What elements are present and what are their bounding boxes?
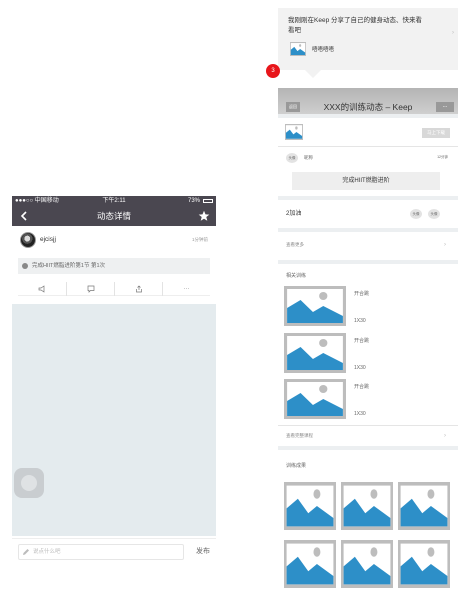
page-title: 动态详情 [96,211,131,221]
result-image[interactable] [398,540,450,588]
check-icon [22,263,28,269]
divider [278,196,458,200]
comment-button[interactable] [66,282,114,296]
post-time: 12分钟 [437,155,448,159]
workout-completed-card[interactable]: 完成HIIT燃脂进阶 [292,172,440,190]
chevron-right-icon: › [444,242,446,248]
share-icon [135,285,142,293]
course-item[interactable]: 开合跳 1X30 [284,333,454,373]
comment-icon [87,285,94,293]
clock-label: 下午2:11 [102,198,126,204]
comment-placeholder: 说点什么吧 [33,549,61,555]
like-button[interactable] [18,282,66,296]
image-placeholder-icon [284,286,346,326]
nav-bar: 动态详情 [12,206,216,226]
full-course-label: 查看完整课程 [286,433,313,438]
avatar[interactable]: 头像 [286,153,298,163]
full-course-link[interactable]: 查看完整课程 › [278,427,458,445]
header-more-button[interactable]: ... [436,102,454,112]
workout-record[interactable]: 完成HIIT燃脂进阶第1节 第1次 [18,258,210,274]
battery-icon [203,199,213,203]
post-content-area [12,304,216,536]
result-image[interactable] [398,482,450,530]
divider [278,446,458,450]
image-placeholder-icon [284,379,346,419]
send-button[interactable]: 发布 [196,546,210,556]
result-image[interactable] [341,482,393,530]
results-grid [278,482,458,594]
share-subtitle: 唔唔唔唔 [312,47,335,53]
result-image[interactable] [284,482,336,530]
divider [278,260,458,264]
image-placeholder-icon [290,42,306,56]
post-author-row: ejcisjj 1分钟前 [12,226,216,252]
liker-avatar[interactable]: 头像 [428,209,440,219]
workout-label: 完成HIIT燃脂进阶第1节 第1次 [32,263,106,269]
more-button[interactable]: ··· [162,282,210,296]
likes-row: 2加油 头像 头像 [278,204,458,224]
share-page-title: XXX的训练动态 – Keep [323,102,413,112]
page-header: 返回 XXX的训练动态 – Keep ... [278,88,458,114]
course-name: 开合跳 [354,338,370,344]
avatar[interactable] [20,232,36,248]
see-more-link[interactable]: 查看更多 › [278,236,458,254]
status-bar: ●●●○○ 中国移动 下午2:11 73% [12,196,216,206]
result-image[interactable] [341,540,393,588]
likes-count: 2加油 [286,211,302,217]
results-title: 训练成果 [286,463,307,469]
floating-button[interactable] [14,468,44,498]
divider [278,146,458,147]
image-placeholder-icon [284,333,346,373]
liker-avatar[interactable]: 头像 [410,209,422,219]
phone-screen: ●●●○○ 中国移动 下午2:11 73% 动态详情 ejcisjj 1分钟前 … [12,196,216,565]
divider [278,228,458,232]
related-title: 相关训练 [286,273,307,279]
course-meta: 1X30 [354,318,366,324]
download-button[interactable]: 马上下载 [422,128,450,138]
comment-bar: 说点什么吧 发布 [12,538,216,565]
result-image[interactable] [284,540,336,588]
author-row: 头像 昵称 12分钟 [278,150,458,166]
share-button[interactable] [114,282,162,296]
action-bar: ··· [18,282,210,296]
see-more-label: 查看更多 [286,242,304,247]
username[interactable]: ejcisjj [40,236,56,243]
app-logo-placeholder [285,124,303,140]
notification-badge: 3 [266,64,280,78]
chevron-right-icon: › [452,30,454,36]
comment-input[interactable]: 说点什么吧 [18,544,184,560]
course-meta: 1X30 [354,411,366,417]
share-page: 返回 XXX的训练动态 – Keep ... 马上下载 头像 昵称 12分钟 完… [278,88,458,600]
share-message: 我刚刚在Keep 分享了自己的健身动态、快来看看吧 [288,17,422,34]
divider [278,425,458,426]
share-card[interactable]: 我刚刚在Keep 分享了自己的健身动态、快来看看吧 唔唔唔唔 › [278,8,458,70]
megaphone-icon [38,285,45,293]
post-time: 1分钟前 [191,237,208,242]
chevron-right-icon: › [444,433,446,439]
pencil-icon [23,549,29,555]
course-name: 开合跳 [354,384,370,390]
course-meta: 1X30 [354,365,366,371]
course-item[interactable]: 开合跳 1X30 [284,286,454,326]
card-pointer [305,70,321,78]
divider [278,114,458,118]
course-item[interactable]: 开合跳 1X30 [284,379,454,419]
star-icon[interactable] [198,210,210,222]
course-name: 开合跳 [354,291,370,297]
battery-label: 73% [187,198,200,204]
author-name: 昵称 [304,155,313,160]
